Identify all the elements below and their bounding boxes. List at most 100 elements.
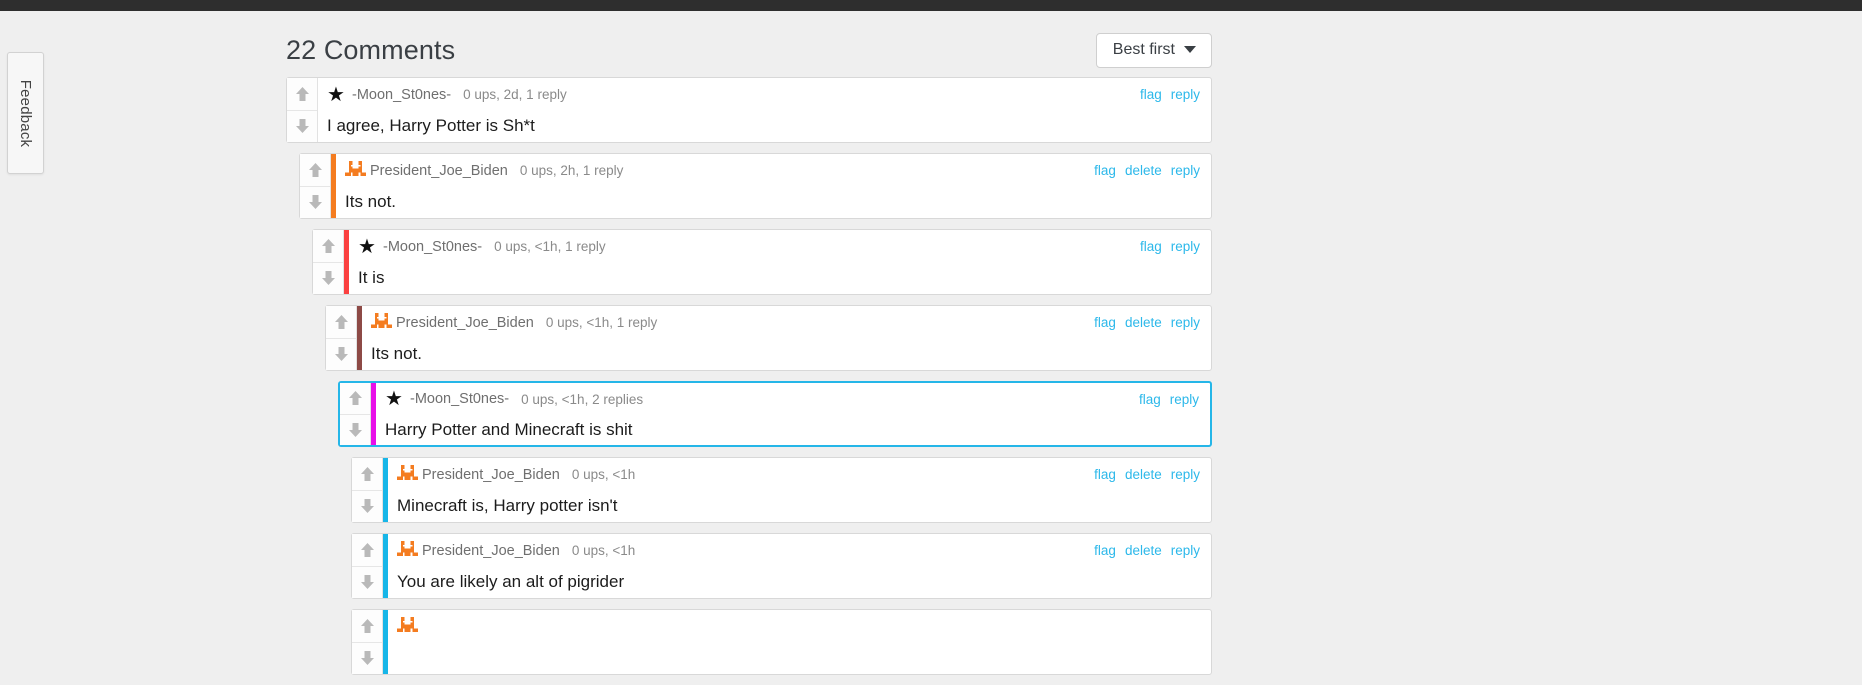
flag-link[interactable]: flag <box>1139 392 1161 407</box>
comment-author[interactable]: President_Joe_Biden <box>370 163 508 179</box>
upvote-button[interactable] <box>352 610 382 643</box>
comment-body: ★ -Moon_St0nes- 0 ups, <1h, 1 reply flag rep… <box>349 230 1211 294</box>
comment-meta: ★ -Moon_St0nes- 0 ups, <1h, 1 reply flag rep… <box>358 230 1211 263</box>
page-title: 22 Comments <box>286 34 456 65</box>
downvote-button[interactable] <box>340 414 370 445</box>
downvote-button[interactable] <box>352 490 382 522</box>
comment-author[interactable]: -Moon_St0nes- <box>410 391 509 407</box>
comment-row[interactable]: ★ -Moon_St0nes- 0 ups, <1h, 2 replies flag r… <box>338 381 1212 447</box>
upvote-button[interactable] <box>287 78 317 111</box>
chevron-down-icon <box>1184 46 1196 53</box>
delete-link[interactable]: delete <box>1125 467 1162 482</box>
comment-author[interactable]: -Moon_St0nes- <box>352 87 451 103</box>
upvote-button[interactable] <box>352 534 382 567</box>
delete-link[interactable]: delete <box>1125 163 1162 178</box>
star-icon: ★ <box>327 83 345 106</box>
reply-link[interactable]: reply <box>1170 392 1199 407</box>
upvote-button[interactable] <box>313 230 343 263</box>
vote-controls <box>326 306 357 370</box>
comment-author[interactable]: President_Joe_Biden <box>422 467 560 483</box>
reply-link[interactable]: reply <box>1171 315 1200 330</box>
downvote-button[interactable] <box>326 338 356 370</box>
comment-stats: 0 ups, <1h, 2 replies <box>521 391 644 407</box>
comment-row[interactable]: ★ -Moon_St0nes- 0 ups, <1h, 1 reply flag rep… <box>312 229 1212 295</box>
comment-row[interactable]: President_Joe_Biden 0 ups, <1h flag delete r… <box>351 533 1212 599</box>
comment-text: Harry Potter and Minecraft is shit <box>385 420 633 440</box>
sort-dropdown-button[interactable]: Best first <box>1095 32 1212 68</box>
upvote-button[interactable] <box>352 458 382 491</box>
comment-meta: President_Joe_Biden 0 ups, <1h flag delete r… <box>397 534 1211 567</box>
comment-meta: ★ -Moon_St0nes- 0 ups, 2d, 1 reply flag repl… <box>327 78 1211 111</box>
comment-row[interactable] <box>351 609 1212 675</box>
reply-link[interactable]: reply <box>1171 163 1200 178</box>
flag-link[interactable]: flag <box>1094 163 1116 178</box>
comment-author[interactable]: President_Joe_Biden <box>396 315 534 331</box>
comment-actions: flag reply <box>1139 392 1210 407</box>
upvote-button[interactable] <box>326 306 356 339</box>
reply-link[interactable]: reply <box>1171 467 1200 482</box>
downvote-button[interactable] <box>352 566 382 598</box>
comment-meta <box>397 610 1211 643</box>
comment-stats: 0 ups, <1h, 1 reply <box>545 315 658 330</box>
delete-link[interactable]: delete <box>1125 315 1162 330</box>
comment-actions: flag reply <box>1140 239 1211 254</box>
comment-actions: flag delete reply <box>1094 543 1211 558</box>
comment-row[interactable]: President_Joe_Biden 0 ups, <1h, 1 reply fl… <box>325 305 1212 371</box>
feedback-tab-label: Feedback <box>17 79 35 147</box>
comment-stats: 0 ups, 2h, 1 reply <box>519 163 624 178</box>
comment-actions: flag delete reply <box>1094 163 1211 178</box>
comments-header: 22 Comments Best first <box>286 11 1212 73</box>
reply-link[interactable]: reply <box>1171 239 1200 254</box>
comment-stats: 0 ups, <1h <box>571 467 636 482</box>
comment-body: President_Joe_Biden 0 ups, <1h flag delete r… <box>388 534 1211 598</box>
comment-meta: President_Joe_Biden 0 ups, <1h, 1 reply fl… <box>371 306 1211 339</box>
comment-row[interactable]: ★ -Moon_St0nes- 0 ups, 2d, 1 reply flag repl… <box>286 77 1212 143</box>
comment-author[interactable]: -Moon_St0nes- <box>383 239 482 255</box>
upvote-button[interactable] <box>300 154 330 187</box>
flag-link[interactable]: flag <box>1094 467 1116 482</box>
bunny-sprite-icon <box>345 161 367 181</box>
comment-row[interactable]: President_Joe_Biden 0 ups, 2h, 1 reply fla… <box>299 153 1212 219</box>
comment-body: ★ -Moon_St0nes- 0 ups, 2d, 1 reply flag repl… <box>318 78 1211 142</box>
star-icon: ★ <box>385 388 403 411</box>
downvote-button[interactable] <box>287 110 317 142</box>
comment-text: It is <box>358 268 385 287</box>
comment-actions: flag delete reply <box>1094 467 1211 482</box>
comment-body: President_Joe_Biden 0 ups, 2h, 1 reply fla… <box>336 154 1211 218</box>
flag-link[interactable]: flag <box>1094 543 1116 558</box>
flag-link[interactable]: flag <box>1140 87 1162 102</box>
bunny-sprite-icon <box>397 541 419 561</box>
bunny-sprite-icon <box>371 313 393 333</box>
comment-thread: ★ -Moon_St0nes- 0 ups, 2d, 1 reply flag repl… <box>286 77 1212 675</box>
comment-stats: 0 ups, <1h, 1 reply <box>494 239 606 254</box>
comment-body: President_Joe_Biden 0 ups, <1h, 1 reply fl… <box>362 306 1211 370</box>
downvote-button[interactable] <box>352 642 382 674</box>
comment-actions: flag reply <box>1140 87 1211 102</box>
comment-meta: President_Joe_Biden 0 ups, <1h flag delete r… <box>397 458 1211 491</box>
downvote-button[interactable] <box>300 186 330 218</box>
vote-controls <box>313 230 344 294</box>
comment-text: I agree, Harry Potter is Sh*t <box>327 116 535 135</box>
sort-dropdown-label: Best first <box>1112 40 1175 58</box>
comment-stats: 0 ups, <1h <box>571 543 636 558</box>
reply-link[interactable]: reply <box>1171 543 1200 558</box>
feedback-tab[interactable]: Feedback <box>7 52 44 174</box>
comment-author[interactable]: President_Joe_Biden <box>422 543 560 559</box>
reply-link[interactable]: reply <box>1171 87 1200 102</box>
vote-controls <box>352 458 383 522</box>
upvote-button[interactable] <box>340 383 370 415</box>
comment-actions: flag delete reply <box>1094 315 1211 330</box>
comment-body: President_Joe_Biden 0 ups, <1h flag delete r… <box>388 458 1211 522</box>
flag-link[interactable]: flag <box>1094 315 1116 330</box>
flag-link[interactable]: flag <box>1140 239 1162 254</box>
comment-text: Its not. <box>345 192 397 211</box>
vote-controls <box>287 78 318 142</box>
comment-row[interactable]: President_Joe_Biden 0 ups, <1h flag delete r… <box>351 457 1212 523</box>
comments-section: 22 Comments Best first ★ -Moon_St0nes- 0 u… <box>286 11 1212 685</box>
delete-link[interactable]: delete <box>1125 543 1162 558</box>
downvote-button[interactable] <box>313 262 343 294</box>
star-icon: ★ <box>358 235 376 258</box>
comment-body: ★ -Moon_St0nes- 0 ups, <1h, 2 replies flag r… <box>376 383 1210 445</box>
comment-text: Minecraft is, Harry potter isn't <box>397 496 618 515</box>
vote-controls <box>300 154 331 218</box>
